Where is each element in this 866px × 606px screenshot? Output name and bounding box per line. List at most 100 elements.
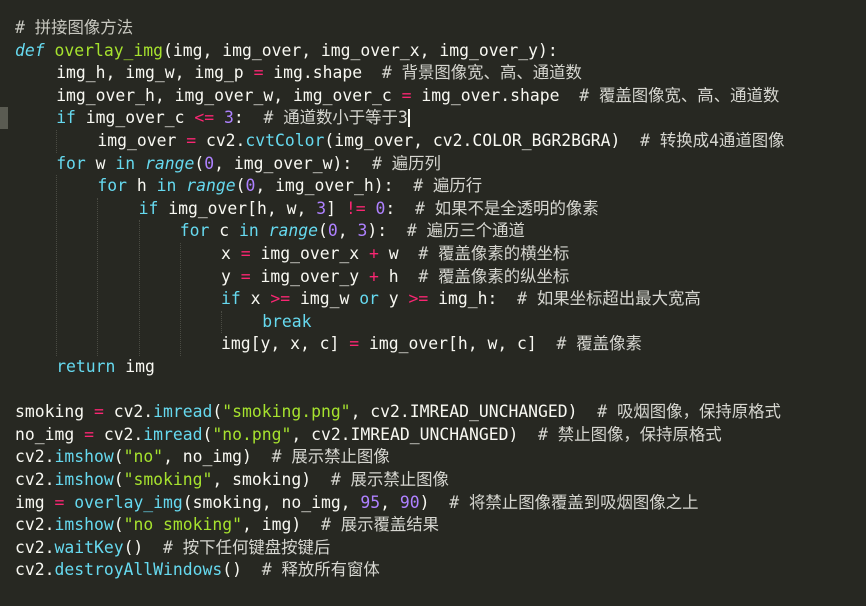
code-comment: # 通道数小于等于3 bbox=[263, 108, 408, 128]
code-token: for bbox=[179, 221, 210, 241]
code-line[interactable]: for h in range(0, img_over_h): # 遍历行 bbox=[97, 175, 482, 197]
code-token: y bbox=[221, 266, 241, 286]
code-editor[interactable]: # 拼接图像方法 def overlay_img(img, img_over, i… bbox=[0, 0, 866, 606]
code-line[interactable]: cv2.destroyAllWindows() # 释放所有窗体 bbox=[15, 559, 380, 581]
code-token: h bbox=[378, 266, 419, 286]
code-token: + bbox=[369, 266, 379, 286]
code-token: imshow bbox=[54, 470, 114, 489]
code-token: def bbox=[15, 40, 45, 60]
code-token: cv2. bbox=[15, 537, 55, 557]
code-token: 90 bbox=[399, 492, 420, 512]
code-token: y bbox=[378, 289, 409, 309]
code-token: = bbox=[186, 131, 197, 150]
code-line[interactable]: cv2.imshow("no", no_img) # 展示禁止图像 bbox=[15, 446, 390, 468]
code-comment: # 展示禁止图像 bbox=[271, 447, 390, 467]
code-line[interactable]: for c in range(0, 3): # 遍历三个通道 bbox=[180, 220, 525, 242]
text-cursor bbox=[407, 108, 410, 127]
code-token: 0 bbox=[245, 176, 256, 196]
code-token: 0 bbox=[204, 153, 215, 173]
code-token: imread bbox=[153, 402, 213, 422]
code-token: , cv2.IMREAD_UNCHANGED) bbox=[291, 424, 539, 444]
code-comment: # 将禁止图像覆盖到吸烟图像之上 bbox=[449, 492, 699, 512]
code-token: 95 bbox=[360, 492, 381, 512]
code-token: , img) bbox=[242, 515, 321, 535]
code-token: cv2. bbox=[15, 515, 55, 535]
code-token: "smoking.png" bbox=[222, 402, 351, 422]
code-line[interactable]: cv2.imshow("no smoking", img) # 展示覆盖结果 bbox=[15, 514, 439, 536]
code-line[interactable]: cv2.waitKey() # 按下任何键盘按键后 bbox=[15, 537, 330, 559]
code-token: != bbox=[345, 198, 366, 218]
code-token: imshow bbox=[54, 447, 114, 467]
code-line[interactable]: def overlay_img(img, img_over, img_over_… bbox=[15, 40, 558, 62]
code-token: 3 bbox=[316, 198, 327, 218]
code-token: x bbox=[221, 244, 241, 263]
code-line[interactable]: img_over_h, img_over_w, img_over_c = img… bbox=[56, 85, 779, 107]
code-comment: # 覆盖图像宽、高、通道数 bbox=[579, 85, 780, 105]
code-line[interactable]: img = overlay_img(smoking, no_img, 95, 9… bbox=[15, 492, 699, 514]
code-token: cv2. bbox=[103, 402, 154, 422]
code-line[interactable]: break bbox=[262, 311, 311, 333]
code-comment: # 如果不是全透明的像素 bbox=[414, 198, 599, 218]
code-token: , no_img) bbox=[163, 447, 272, 467]
code-token: range bbox=[186, 176, 236, 196]
code-line[interactable]: img_over = cv2.cvtColor(img_over, cv2.CO… bbox=[97, 130, 784, 152]
code-token: if bbox=[56, 108, 76, 128]
code-token: = bbox=[93, 402, 104, 422]
code-token: in bbox=[239, 221, 259, 241]
code-line[interactable]: return img bbox=[56, 356, 155, 378]
code-comment: # 遍历三个通道 bbox=[406, 221, 525, 241]
code-token: overlay_img bbox=[74, 492, 183, 512]
code-line[interactable]: y = img_over_y + h # 覆盖像素的纵坐标 bbox=[221, 266, 569, 288]
code-token: range bbox=[268, 221, 318, 241]
code-token: = bbox=[349, 334, 360, 354]
code-token: if bbox=[138, 198, 159, 218]
code-token: <= bbox=[194, 108, 215, 128]
code-token: if bbox=[221, 289, 241, 309]
code-token: ( bbox=[212, 402, 223, 422]
code-token: img_over_x bbox=[250, 244, 370, 263]
indent-guide bbox=[179, 243, 181, 356]
code-line[interactable]: cv2.imshow("smoking", smoking) # 展示禁止图像 bbox=[15, 469, 449, 491]
code-line[interactable]: x = img_over_x + w # 覆盖像素的横坐标 bbox=[221, 243, 569, 265]
code-token: range bbox=[145, 153, 195, 173]
code-token: for bbox=[97, 176, 127, 196]
code-line[interactable]: img_h, img_w, img_p = img.shape # 背景图像宽、… bbox=[56, 62, 582, 84]
code-line[interactable]: if img_over[h, w, 3] != 0: # 如果不是全透明的像素 bbox=[139, 198, 599, 220]
code-token: img_h: bbox=[428, 289, 518, 309]
code-token: ) bbox=[419, 492, 450, 512]
code-token: cv2. bbox=[15, 560, 55, 580]
code-token: >= bbox=[408, 289, 429, 309]
code-line[interactable]: smoking = cv2.imread("smoking.png", cv2.… bbox=[15, 401, 781, 423]
code-token: "no" bbox=[123, 447, 164, 467]
code-token: c bbox=[209, 221, 240, 241]
code-token: , img_over_h): bbox=[255, 176, 414, 196]
code-token: = bbox=[253, 63, 264, 83]
code-token: smoking bbox=[15, 402, 94, 422]
code-line[interactable]: # 拼接图像方法 bbox=[15, 17, 133, 39]
code-token: ] bbox=[326, 198, 346, 218]
code-token: , bbox=[380, 492, 400, 512]
code-token: img bbox=[15, 492, 55, 512]
code-token: ): bbox=[367, 221, 407, 241]
code-token: "smoking" bbox=[123, 470, 213, 489]
code-token: = bbox=[240, 244, 251, 263]
code-line[interactable]: no_img = cv2.imread("no.png", cv2.IMREAD… bbox=[15, 424, 722, 446]
code-comment: # 覆盖像素的纵坐标 bbox=[418, 266, 570, 286]
code-token: w bbox=[85, 153, 116, 173]
code-token: 0 bbox=[327, 221, 338, 241]
code-token: destroyAllWindows bbox=[54, 560, 223, 580]
code-line[interactable]: img[y, x, c] = img_over[h, w, c] # 覆盖像素 bbox=[221, 333, 642, 355]
code-line[interactable]: for w in range(0, img_over_w): # 遍历列 bbox=[56, 153, 441, 175]
indent-guide bbox=[56, 175, 58, 356]
code-line[interactable]: if x >= img_w or y >= img_h: # 如果坐标超出最大宽… bbox=[221, 288, 701, 310]
code-token: img_over[h, w, c] bbox=[359, 334, 557, 354]
code-token: waitKey bbox=[54, 537, 124, 557]
code-line[interactable]: if img_over_c <= 3: # 通道数小于等于3 bbox=[56, 107, 410, 129]
code-token: img_over_c bbox=[75, 108, 195, 128]
